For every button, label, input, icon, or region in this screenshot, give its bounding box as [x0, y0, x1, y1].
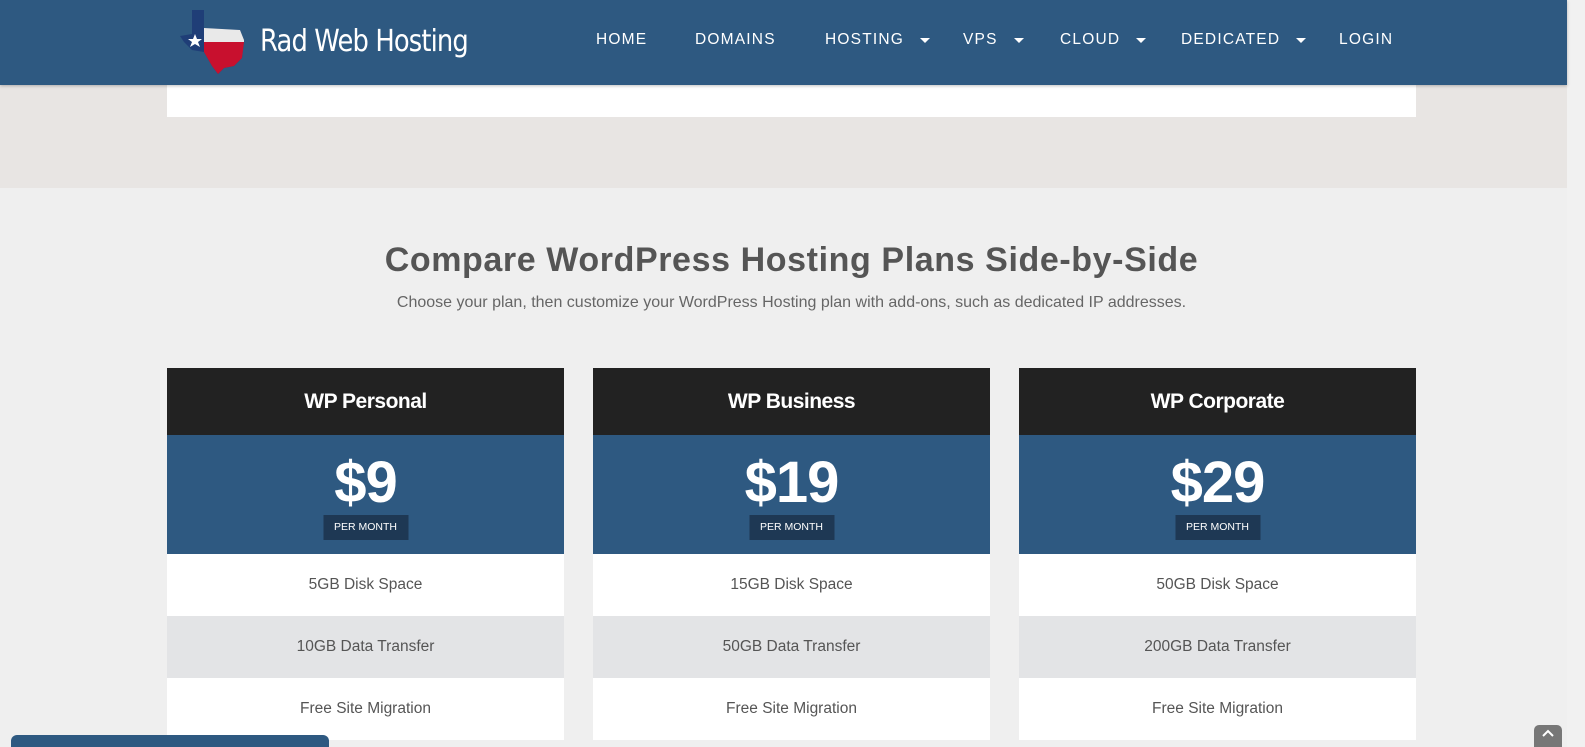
- plan-name: WP Business: [593, 368, 990, 435]
- caret-down-icon: [920, 37, 931, 43]
- plan-price: $9: [334, 450, 398, 515]
- plan-feature: 200GB Data Transfer: [1019, 616, 1416, 678]
- plan-feature: 10GB Data Transfer: [167, 616, 564, 678]
- nav-hosting[interactable]: HOSTING: [825, 31, 931, 49]
- chat-widget-tab[interactable]: [11, 735, 329, 747]
- caret-down-icon: [1296, 37, 1307, 43]
- section-title: Compare WordPress Hosting Plans Side-by-…: [384, 241, 1199, 279]
- nav-domains[interactable]: DOMAINS: [695, 31, 776, 49]
- plan-card-personal: WP Personal $9 PER MONTH 5GB Disk Space …: [167, 368, 564, 740]
- chevron-up-icon: [1542, 729, 1554, 737]
- plan-feature: 50GB Disk Space: [1019, 554, 1416, 616]
- plan-price-block: $19 PER MONTH: [593, 435, 990, 554]
- caret-down-icon: [1136, 37, 1147, 43]
- site-header: Rad Web Hosting HOME DOMAINS HOSTING VPS…: [0, 0, 1567, 85]
- nav-hosting-label: HOSTING: [825, 31, 905, 48]
- nav-vps-label: VPS: [963, 31, 998, 48]
- plan-price-block: $29 PER MONTH: [1019, 435, 1416, 554]
- plan-price-block: $9 PER MONTH: [167, 435, 564, 554]
- section-subtitle: Choose your plan, then customize your Wo…: [396, 294, 1187, 311]
- nav-cloud-label: CLOUD: [1060, 31, 1121, 48]
- plan-name: WP Corporate: [1019, 368, 1416, 435]
- nav-cloud[interactable]: CLOUD: [1060, 31, 1147, 49]
- main-nav: HOME DOMAINS HOSTING VPS CLOUD DEDICATED…: [0, 0, 1567, 82]
- plan-price: $29: [1170, 450, 1266, 515]
- nav-dedicated-label: DEDICATED: [1181, 31, 1281, 48]
- plan-card-corporate: WP Corporate $29 PER MONTH 50GB Disk Spa…: [1019, 368, 1416, 740]
- nav-home[interactable]: HOME: [596, 31, 647, 49]
- plan-feature: 5GB Disk Space: [167, 554, 564, 616]
- plan-feature: Free Site Migration: [1019, 678, 1416, 740]
- nav-home-label: HOME: [596, 31, 648, 48]
- plan-feature: Free Site Migration: [167, 678, 564, 740]
- plan-feature: Free Site Migration: [593, 678, 990, 740]
- caret-down-icon: [1013, 37, 1024, 43]
- plan-price: $19: [744, 450, 840, 515]
- nav-vps[interactable]: VPS: [963, 31, 1024, 49]
- plan-period-badge: PER MONTH: [749, 515, 834, 540]
- page-scrollbar[interactable]: [1567, 0, 1585, 747]
- plan-feature: 15GB Disk Space: [593, 554, 990, 616]
- nav-login-label: LOGIN: [1339, 31, 1394, 48]
- nav-login[interactable]: LOGIN: [1339, 31, 1393, 49]
- plan-name: WP Personal: [167, 368, 564, 435]
- scroll-to-top-button[interactable]: [1534, 725, 1562, 747]
- content-strip: [167, 85, 1416, 117]
- nav-domains-label: DOMAINS: [695, 31, 776, 48]
- plan-card-business: WP Business $19 PER MONTH 15GB Disk Spac…: [593, 368, 990, 740]
- nav-dedicated[interactable]: DEDICATED: [1181, 31, 1307, 49]
- plan-feature: 50GB Data Transfer: [593, 616, 990, 678]
- plan-period-badge: PER MONTH: [1175, 515, 1260, 540]
- plan-period-badge: PER MONTH: [323, 515, 408, 540]
